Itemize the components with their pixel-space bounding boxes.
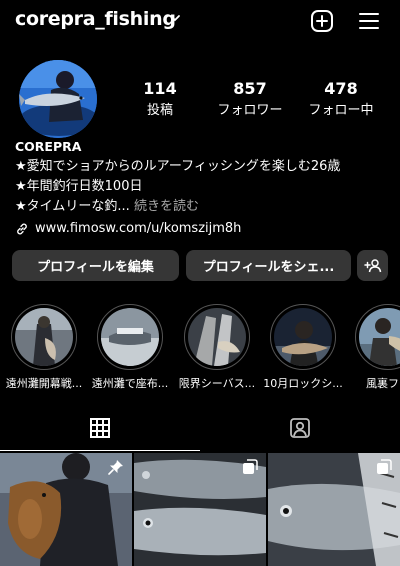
post-thumbnail[interactable] (134, 453, 266, 566)
profile-bio: COREPRA ★愛知でショアからのルアーフィッシングを楽しむ26歳 ★年間釣行… (15, 137, 385, 239)
highlight-title: 10月ロックシ... (263, 377, 343, 390)
following-count: 478 (324, 79, 358, 98)
edit-profile-button[interactable]: プロフィールを編集 (12, 250, 179, 281)
plus-square-icon[interactable] (310, 9, 334, 33)
story-highlight[interactable]: 風裏フラ (348, 304, 400, 391)
share-profile-button[interactable]: プロフィールをシェ... (186, 250, 351, 281)
top-bar: corepra_fishing (0, 0, 400, 42)
link-icon (17, 223, 27, 235)
discover-people-button[interactable] (357, 250, 388, 281)
bio-line-truncated: ★タイムリーな釣... 続きを読む (15, 197, 385, 217)
profile-tabs (0, 405, 400, 451)
bio-line: ★愛知でショアからのルアーフィッシングを楽しむ26歳 (15, 159, 341, 174)
posts-label: 投稿 (146, 103, 173, 118)
bio-link-text[interactable]: www.fimosw.com/u/komszijm8h (35, 219, 241, 239)
story-highlight[interactable]: 遠州灘で座布... (90, 304, 170, 391)
chevron-down-icon[interactable] (169, 12, 181, 24)
posts-grid (0, 453, 400, 566)
read-more-link[interactable]: 続きを読む (134, 199, 199, 214)
stat-posts[interactable]: 114 投稿 (115, 80, 205, 120)
tab-tagged[interactable] (200, 405, 400, 451)
highlight-title: 遠州灘で座布... (91, 377, 169, 390)
posts-count: 114 (143, 79, 177, 98)
stat-followers[interactable]: 857 フォロワー (205, 80, 295, 120)
tagged-person-icon (290, 418, 310, 438)
followers-label: フォロワー (217, 103, 283, 118)
highlight-title: 遠州灘開幕戦... (5, 377, 83, 390)
following-label: フォロー中 (308, 103, 374, 118)
followers-count: 857 (233, 79, 267, 98)
bio-truncated-text: ★タイムリーな釣... (15, 199, 130, 214)
bio-link[interactable]: www.fimosw.com/u/komszijm8h (15, 219, 385, 239)
grid-icon (90, 418, 110, 438)
highlight-title: 風裏フラ (366, 377, 400, 390)
pin-icon (108, 460, 123, 475)
highlight-title: 限界シーバス... (178, 377, 256, 390)
story-highlight[interactable]: 限界シーバス... (177, 304, 257, 391)
multiple-photos-icon (243, 459, 258, 474)
post-thumbnail[interactable] (268, 453, 400, 566)
profile-username[interactable]: corepra_fishing (15, 8, 176, 30)
profile-avatar[interactable] (19, 60, 97, 138)
bio-line: ★年間釣行日数100日 (15, 179, 143, 194)
stat-following[interactable]: 478 フォロー中 (296, 80, 386, 120)
multiple-photos-icon (377, 459, 392, 474)
add-person-icon (363, 258, 381, 272)
hamburger-menu-icon[interactable] (357, 9, 381, 33)
post-thumbnail[interactable] (0, 453, 132, 566)
tab-posts-grid[interactable] (0, 405, 200, 451)
story-highlight[interactable]: 遠州灘開幕戦... (4, 304, 84, 391)
story-highlight[interactable]: 10月ロックシ... (263, 304, 343, 391)
display-name: COREPRA (15, 139, 82, 154)
